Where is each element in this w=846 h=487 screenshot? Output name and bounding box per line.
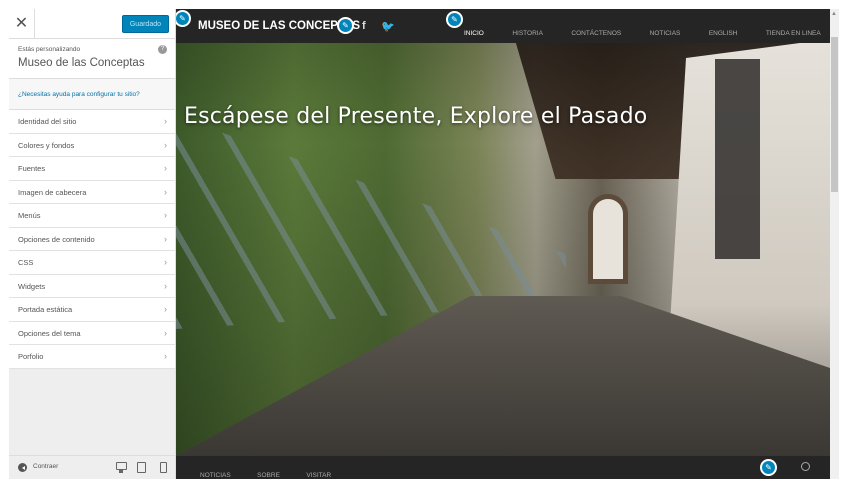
scroll-up-icon[interactable]: ▲ bbox=[831, 11, 837, 17]
chevron-right-icon: › bbox=[164, 163, 167, 173]
chevron-right-icon: › bbox=[164, 186, 167, 197]
footer-nav-sobre[interactable]: SOBRE bbox=[257, 472, 280, 479]
edit-pencil-icon[interactable]: ✎ bbox=[446, 11, 463, 28]
panel-item-menus[interactable]: Menús › bbox=[9, 204, 175, 228]
scroll-thumb[interactable] bbox=[831, 37, 838, 192]
footer-nav: NOTICIAS SOBRE VISITAR bbox=[200, 464, 353, 479]
tablet-icon[interactable] bbox=[137, 462, 146, 473]
twitter-icon[interactable]: 🐦 bbox=[381, 20, 395, 33]
panel-label: Portada estática bbox=[18, 305, 73, 314]
nav-item-inicio[interactable]: INICIO bbox=[464, 30, 484, 37]
panel-item-static-front[interactable]: Portada estática › bbox=[9, 298, 175, 322]
panel-list: Identidad del sitio › Colores y fondos › F… bbox=[9, 110, 175, 369]
panel-item-content-options[interactable]: Opciones de contenido › bbox=[9, 227, 175, 251]
nav-item-noticias[interactable]: NOTICIAS bbox=[650, 30, 681, 37]
nav-item-historia[interactable]: HISTORIA bbox=[512, 30, 543, 37]
site-header: ✎ MUSEO DE LAS CONCEPTAS ✎ f 🐦 ✎ INICIO … bbox=[176, 9, 830, 43]
save-button[interactable]: Guardado bbox=[121, 15, 169, 33]
panel-item-theme-options[interactable]: Opciones del tema › bbox=[9, 321, 175, 345]
panel-item-fonts[interactable]: Fuentes › bbox=[9, 157, 175, 181]
edit-pencil-icon[interactable]: ✎ bbox=[760, 459, 777, 476]
chevron-right-icon: › bbox=[164, 116, 167, 126]
chevron-right-icon: › bbox=[164, 327, 167, 338]
customizer-footer: Contraer bbox=[9, 455, 175, 479]
customizer-header: ✕ Guardado bbox=[9, 9, 175, 39]
panel-item-colors[interactable]: Colores y fondos › bbox=[9, 133, 175, 157]
mobile-icon[interactable] bbox=[160, 462, 167, 473]
collapse-icon[interactable] bbox=[18, 463, 27, 472]
panel-label: CSS bbox=[18, 258, 34, 267]
chevron-right-icon: › bbox=[164, 257, 167, 267]
help-icon[interactable]: ? bbox=[158, 45, 167, 54]
panel-label: Porfolio bbox=[18, 352, 44, 361]
desktop-icon[interactable] bbox=[116, 462, 127, 473]
chevron-right-icon: › bbox=[164, 139, 167, 150]
footer-nav-visitar[interactable]: VISITAR bbox=[306, 472, 331, 479]
panel-label: Imagen de cabecera bbox=[18, 187, 87, 197]
preview-scrollbar[interactable]: ▲ bbox=[830, 9, 839, 479]
hero-window bbox=[715, 59, 760, 259]
panel-label: Widgets bbox=[18, 281, 46, 291]
panel-item-header-image[interactable]: Imagen de cabecera › bbox=[9, 180, 175, 204]
panel-label: Colores y fondos bbox=[18, 140, 75, 150]
collapse-button[interactable]: Contraer bbox=[33, 463, 58, 470]
nav-item-contactenos[interactable]: CONTÁCTENOS bbox=[571, 30, 621, 37]
hero-image: Escápese del Presente, Explore el Pasado bbox=[176, 9, 830, 456]
hero-title: Escápese del Presente, Explore el Pasado bbox=[184, 104, 648, 129]
panel-label: Menús bbox=[18, 211, 41, 220]
close-icon[interactable]: ✕ bbox=[9, 9, 35, 39]
panel-label: Opciones del tema bbox=[18, 328, 81, 338]
chevron-right-icon: › bbox=[164, 210, 167, 220]
panel-item-portfolio[interactable]: Porfolio › bbox=[9, 345, 175, 369]
chevron-right-icon: › bbox=[164, 280, 167, 291]
edit-pencil-icon[interactable]: ✎ bbox=[337, 17, 354, 34]
footer-nav-noticias[interactable]: NOTICIAS bbox=[200, 472, 231, 479]
panel-item-identity[interactable]: Identidad del sitio › bbox=[9, 110, 175, 134]
hero-arch bbox=[588, 194, 628, 284]
facebook-icon[interactable]: f bbox=[362, 20, 366, 32]
editing-label: Estás personalizando bbox=[18, 46, 81, 53]
panel-label: Opciones de contenido bbox=[18, 234, 95, 244]
panel-item-widgets[interactable]: Widgets › bbox=[9, 274, 175, 298]
chevron-right-icon: › bbox=[164, 304, 167, 314]
chevron-right-icon: › bbox=[164, 233, 167, 244]
site-preview: Escápese del Presente, Explore el Pasado… bbox=[176, 9, 830, 479]
panel-label: Fuentes bbox=[18, 164, 46, 173]
wordpress-icon[interactable] bbox=[801, 462, 810, 471]
panel-label: Identidad del sitio bbox=[18, 117, 77, 126]
customizer-sidebar: ✕ Guardado Estás personalizando Museo de… bbox=[9, 9, 176, 479]
panel-item-css[interactable]: CSS › bbox=[9, 251, 175, 275]
site-footer: NOTICIAS SOBRE VISITAR ✎ bbox=[176, 456, 830, 479]
nav-item-tienda[interactable]: TIENDA EN LINEA bbox=[766, 30, 821, 37]
edit-pencil-icon[interactable]: ✎ bbox=[176, 10, 191, 27]
site-title[interactable]: MUSEO DE LAS CONCEPTAS bbox=[198, 20, 360, 32]
help-link[interactable]: ¿Necesitas ayuda para configurar tu siti… bbox=[9, 79, 175, 110]
main-nav: INICIO HISTORIA CONTÁCTENOS NOTICIAS ENG… bbox=[464, 22, 830, 40]
chevron-right-icon: › bbox=[164, 351, 167, 361]
customizer-info: Estás personalizando Museo de las Concep… bbox=[9, 39, 175, 79]
site-name: Museo de las Conceptas bbox=[18, 57, 145, 69]
nav-item-english[interactable]: ENGLISH bbox=[709, 30, 738, 37]
